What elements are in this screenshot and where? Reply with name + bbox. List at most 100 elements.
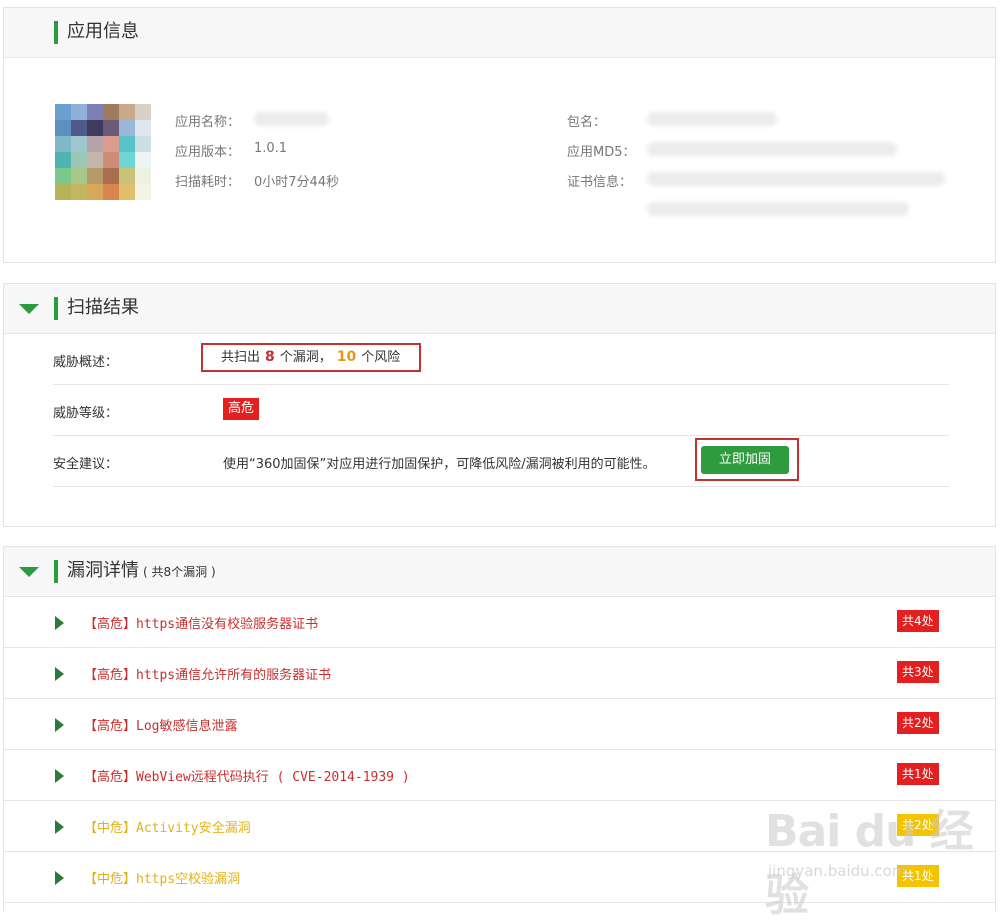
icon-pixel — [55, 152, 71, 168]
icon-pixel — [119, 120, 135, 136]
icon-pixel — [103, 120, 119, 136]
vuln-unit: 个漏洞， — [279, 350, 332, 365]
advice-label: 安全建议： — [53, 457, 119, 472]
vuln-title[interactable]: 【高危】https通信允许所有的服务器证书 — [84, 664, 331, 683]
expand-triangle-icon[interactable] — [55, 718, 64, 732]
vuln-row[interactable]: 【高危】https通信没有校验服务器证书 共4处 — [4, 597, 995, 648]
baidu-watermark-url: jingyan.baidu.com — [768, 862, 907, 880]
icon-pixel — [135, 136, 151, 152]
vuln-title[interactable]: 【高危】WebView远程代码执行 ( CVE-2014-1939 ) — [84, 766, 410, 785]
icon-pixel — [135, 168, 151, 184]
risk-unit: 个风险 — [361, 350, 401, 365]
icon-pixel — [135, 120, 151, 136]
vuln-details-title-text: 漏洞详情 — [67, 560, 139, 581]
icon-pixel — [135, 104, 151, 120]
scan-results-panel: 扫描结果 威胁概述： 共扫出 8 个漏洞， 10 个风险 威胁等级： 高危 安全建议： … — [3, 283, 996, 527]
vuln-count-badge: 共3处 — [897, 661, 939, 683]
vuln-count: 8 — [265, 349, 275, 365]
app-version-label: 应用版本： — [175, 145, 241, 160]
risk-count: 10 — [336, 349, 357, 365]
vuln-title[interactable]: 【高危】Log敏感信息泄露 — [84, 715, 237, 734]
app-info-header: 应用信息 — [4, 8, 995, 58]
advice-text: 使用“360加固保”对应用进行加固保护，可降低风险/漏洞被利用的可能性。 — [223, 457, 656, 472]
icon-pixel — [71, 104, 87, 120]
icon-pixel — [71, 168, 87, 184]
app-info-title: 应用信息 — [67, 21, 139, 42]
icon-pixel — [55, 184, 71, 200]
vuln-count-badge: 共1处 — [897, 763, 939, 785]
icon-pixel — [55, 104, 71, 120]
package-value-blurred — [647, 112, 777, 126]
vuln-details-subtitle: ( 共8个漏洞 ) — [143, 565, 216, 579]
expand-triangle-icon[interactable] — [55, 769, 64, 783]
md5-label: 应用MD5： — [567, 145, 636, 160]
icon-pixel — [135, 152, 151, 168]
vuln-details-title: 漏洞详情 ( 共8个漏洞 ) — [67, 558, 216, 585]
vuln-details-header[interactable]: 漏洞详情 ( 共8个漏洞 ) — [4, 547, 995, 597]
cert-value-blurred-line2 — [647, 202, 909, 216]
icon-pixel — [119, 104, 135, 120]
icon-pixel — [55, 120, 71, 136]
section-bar — [54, 560, 58, 583]
baidu-watermark: Bai du 经验 — [765, 806, 974, 921]
threat-summary-row: 威胁概述： 共扫出 8 个漏洞， 10 个风险 — [53, 334, 949, 385]
cert-label: 证书信息： — [567, 175, 633, 190]
expand-triangle-icon[interactable] — [55, 667, 64, 681]
icon-pixel — [119, 136, 135, 152]
section-bar — [54, 21, 58, 44]
icon-pixel — [71, 136, 87, 152]
md5-value-blurred — [647, 142, 897, 156]
vuln-count-badge: 共4处 — [897, 610, 939, 632]
icon-pixel — [103, 136, 119, 152]
summary-prefix: 共扫出 — [221, 350, 261, 365]
threat-level-label: 威胁等级： — [53, 406, 119, 421]
expand-triangle-icon[interactable] — [55, 871, 64, 885]
icon-pixel — [87, 120, 103, 136]
icon-pixel — [87, 104, 103, 120]
app-version-value: 1.0.1 — [254, 141, 288, 156]
collapse-triangle-icon[interactable] — [19, 304, 39, 314]
icon-pixel — [103, 168, 119, 184]
expand-triangle-icon[interactable] — [55, 820, 64, 834]
vuln-count-badge: 共2处 — [897, 712, 939, 734]
icon-pixel — [55, 168, 71, 184]
icon-pixel — [87, 168, 103, 184]
icon-pixel — [71, 152, 87, 168]
scan-time-value: 0小时7分44秒 — [254, 175, 340, 190]
icon-pixel — [103, 104, 119, 120]
app-icon — [55, 104, 151, 200]
vuln-title[interactable]: 【高危】https通信没有校验服务器证书 — [84, 613, 318, 632]
vuln-row[interactable]: 【高危】https通信允许所有的服务器证书 共3处 — [4, 648, 995, 699]
threat-summary-box: 共扫出 8 个漏洞， 10 个风险 — [201, 343, 421, 372]
section-bar — [54, 297, 58, 320]
vuln-row[interactable]: 【高危】WebView远程代码执行 ( CVE-2014-1939 ) 共1处 — [4, 750, 995, 801]
app-info-panel: 应用信息 应用名称： 应用版本： 1.0.1 扫描耗时： 0小时7分44秒 包名… — [3, 7, 996, 263]
icon-pixel — [87, 184, 103, 200]
threat-level-badge: 高危 — [223, 398, 260, 420]
threat-summary-label: 威胁概述： — [53, 355, 119, 370]
icon-pixel — [119, 168, 135, 184]
expand-triangle-icon[interactable] — [55, 616, 64, 630]
advice-row: 安全建议： 使用“360加固保”对应用进行加固保护，可降低风险/漏洞被利用的可能… — [53, 436, 949, 487]
icon-pixel — [55, 136, 71, 152]
app-name-label: 应用名称： — [175, 115, 241, 130]
scan-time-label: 扫描耗时： — [175, 175, 241, 190]
icon-pixel — [71, 120, 87, 136]
icon-pixel — [103, 152, 119, 168]
collapse-triangle-icon[interactable] — [19, 567, 39, 577]
scan-results-header[interactable]: 扫描结果 — [4, 284, 995, 334]
harden-highlight-box: 立即加固 — [695, 438, 799, 481]
harden-now-button[interactable]: 立即加固 — [701, 446, 789, 474]
icon-pixel — [87, 152, 103, 168]
vuln-row[interactable]: 【高危】Log敏感信息泄露 共2处 — [4, 699, 995, 750]
package-label: 包名： — [567, 115, 607, 130]
vuln-title[interactable]: 【中危】Activity安全漏洞 — [84, 817, 251, 836]
vuln-title[interactable]: 【中危】https空校验漏洞 — [84, 868, 240, 887]
icon-pixel — [71, 184, 87, 200]
icon-pixel — [135, 184, 151, 200]
icon-pixel — [87, 136, 103, 152]
icon-pixel — [103, 184, 119, 200]
app-name-value-blurred — [254, 112, 329, 126]
icon-pixel — [119, 184, 135, 200]
cert-value-blurred-line1 — [647, 172, 945, 186]
